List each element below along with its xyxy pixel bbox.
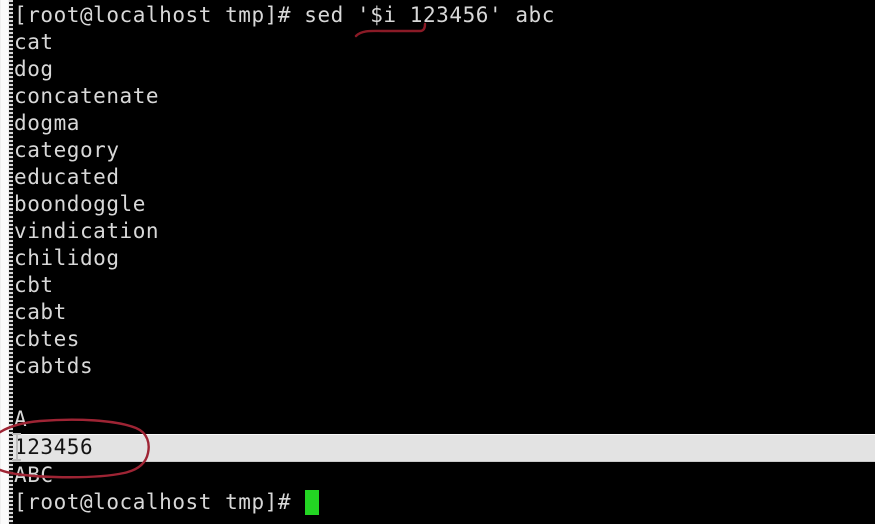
terminal-line-prompt: [root@localhost tmp]# bbox=[14, 490, 292, 514]
scrollbar-thumb[interactable] bbox=[1, 0, 8, 524]
block-cursor bbox=[305, 490, 319, 515]
terminal-line-output: educated bbox=[14, 165, 120, 189]
terminal-window[interactable]: [root@localhost tmp]# sed '$i 123456' ab… bbox=[0, 0, 875, 524]
terminal-line-output: chilidog bbox=[14, 246, 120, 270]
terminal-line-output: cbtes bbox=[14, 327, 80, 351]
terminal-text-buffer[interactable]: [root@localhost tmp]# sed '$i 123456' ab… bbox=[0, 0, 875, 524]
i-beam-caret bbox=[12, 432, 21, 462]
scrollbar-track[interactable] bbox=[0, 0, 9, 524]
selected-line-highlight bbox=[0, 434, 875, 462]
i-beam-cap-bottom bbox=[12, 459, 21, 461]
i-beam-stem bbox=[16, 434, 18, 460]
terminal-line-output: concatenate bbox=[14, 84, 160, 108]
terminal-line-output: vindication bbox=[14, 219, 160, 243]
terminal-line-output: category bbox=[14, 138, 120, 162]
terminal-line-output: boondoggle bbox=[14, 192, 146, 216]
terminal-line-output: dog bbox=[14, 57, 54, 81]
terminal-line-selected[interactable]: 123456 bbox=[14, 434, 93, 461]
terminal-line-output: dogma bbox=[14, 111, 80, 135]
terminal-line-output: cabt bbox=[14, 300, 67, 324]
terminal-line-output: A bbox=[14, 407, 28, 431]
terminal-line-output: ABC bbox=[14, 463, 54, 487]
terminal-line-output: cbt bbox=[14, 273, 54, 297]
terminal-line-output: cat bbox=[14, 30, 54, 54]
terminal-line-output: cabtds bbox=[14, 354, 94, 378]
terminal-line-command: [root@localhost tmp]# sed '$i 123456' ab… bbox=[14, 3, 555, 27]
